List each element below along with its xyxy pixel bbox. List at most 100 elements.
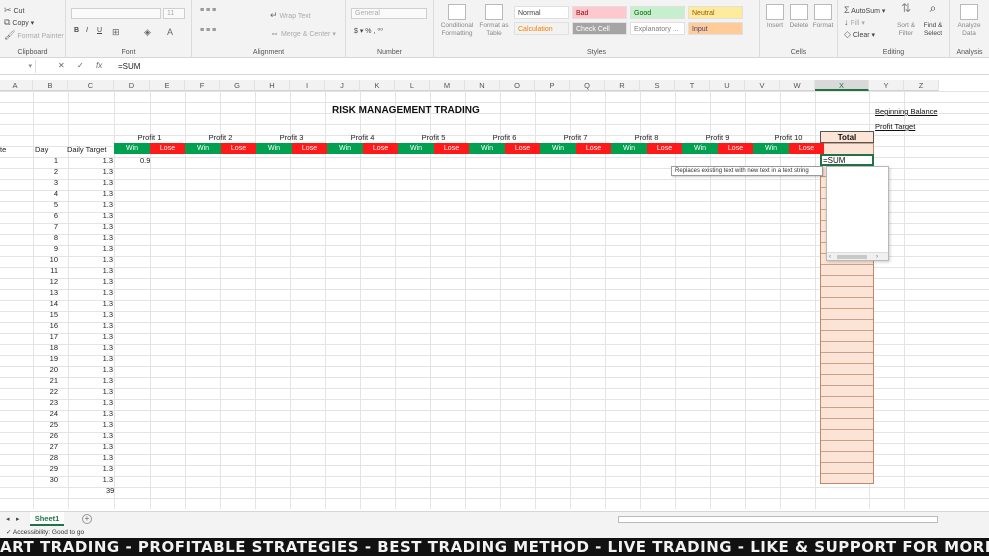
find-select-button[interactable]: ⌕ Find & Select <box>920 2 946 38</box>
day-number[interactable]: 27 <box>35 441 58 452</box>
cell-style-option[interactable]: Normal <box>514 6 569 19</box>
column-header-d[interactable]: D <box>114 80 150 91</box>
day-number[interactable]: 16 <box>35 320 58 331</box>
cancel-formula-button[interactable]: ✕ <box>58 61 65 70</box>
cell-style-option[interactable]: Explanatory ... <box>630 22 685 35</box>
column-header-l[interactable]: L <box>395 80 430 91</box>
formula-input[interactable]: =SUM <box>118 62 140 71</box>
day-number[interactable]: 1 <box>35 155 58 166</box>
column-header-j[interactable]: J <box>325 80 360 91</box>
font-name-field[interactable] <box>71 8 161 19</box>
column-header-n[interactable]: N <box>465 80 500 91</box>
daily-target-value[interactable]: 1.3 <box>70 243 113 254</box>
align-left-icon[interactable]: ≡ ≡ ≡ <box>200 27 216 34</box>
cell-style-option[interactable]: Good <box>630 6 685 19</box>
daily-target-value[interactable]: 1.3 <box>70 474 113 485</box>
sheet-tab-sheet1[interactable]: Sheet1 <box>30 512 64 526</box>
win-cell[interactable]: Win <box>398 143 434 154</box>
column-header-i[interactable]: I <box>290 80 325 91</box>
day-number[interactable]: 26 <box>35 430 58 441</box>
day-number[interactable]: 28 <box>35 452 58 463</box>
cell-style-option[interactable]: Bad <box>572 6 627 19</box>
day-number[interactable]: 3 <box>35 177 58 188</box>
lose-cell[interactable]: Lose <box>576 143 611 154</box>
currency-icon[interactable]: $ ▾ % , ⁰⁰ <box>354 27 383 35</box>
daily-target-value[interactable]: 1.3 <box>70 375 113 386</box>
win-cell[interactable]: Win <box>185 143 221 154</box>
daily-target-value[interactable]: 1.3 <box>70 177 113 188</box>
daily-target-value[interactable]: 1.3 <box>70 430 113 441</box>
column-header-c[interactable]: C <box>68 80 114 91</box>
name-box[interactable]: ▾ <box>0 60 36 73</box>
cut-button[interactable]: ✂ Cut <box>4 5 24 16</box>
column-header-x[interactable]: X <box>815 80 869 91</box>
column-header-o[interactable]: O <box>500 80 535 91</box>
daily-target-value[interactable]: 1.3 <box>70 320 113 331</box>
column-header-e[interactable]: E <box>150 80 185 91</box>
win-cell[interactable]: Win <box>753 143 789 154</box>
lose-cell[interactable]: Lose <box>150 143 185 154</box>
day-number[interactable]: 4 <box>35 188 58 199</box>
lose-cell[interactable]: Lose <box>221 143 256 154</box>
prev-sheet-icon[interactable]: ◂ <box>6 515 10 523</box>
daily-target-value[interactable]: 1.3 <box>70 210 113 221</box>
autocomplete-list[interactable]: ‹ › <box>826 166 889 261</box>
daily-target-value[interactable]: 1.3 <box>70 364 113 375</box>
daily-target-value[interactable]: 1.3 <box>70 419 113 430</box>
borders-button[interactable]: ⊞ <box>112 27 120 38</box>
delete-button[interactable]: Delete <box>788 4 810 30</box>
daily-target-value[interactable]: 1.3 <box>70 452 113 463</box>
daily-target-value[interactable]: 1.3 <box>70 276 113 287</box>
column-header-g[interactable]: G <box>220 80 255 91</box>
day-number[interactable]: 23 <box>35 397 58 408</box>
bold-button[interactable]: B <box>74 27 79 34</box>
column-header-y[interactable]: Y <box>869 80 904 91</box>
day-number[interactable]: 25 <box>35 419 58 430</box>
daily-target-value[interactable]: 1.3 <box>70 265 113 276</box>
analyze-data-button[interactable]: Analyze Data <box>954 4 984 38</box>
daily-target-value[interactable]: 1.3 <box>70 232 113 243</box>
day-number[interactable]: 21 <box>35 375 58 386</box>
day-number[interactable]: 10 <box>35 254 58 265</box>
column-header-s[interactable]: S <box>640 80 675 91</box>
column-header-r[interactable]: R <box>605 80 640 91</box>
column-header-z[interactable]: Z <box>904 80 939 91</box>
lose-cell[interactable]: Lose <box>434 143 469 154</box>
win-cell[interactable]: Win <box>114 143 150 154</box>
daily-target-value[interactable]: 1.3 <box>70 298 113 309</box>
day-number[interactable]: 18 <box>35 342 58 353</box>
win-cell[interactable]: Win <box>256 143 292 154</box>
align-top-icon[interactable]: ≡ ≡ ≡ <box>200 7 216 14</box>
daily-target-value[interactable]: 1.3 <box>70 386 113 397</box>
column-header-h[interactable]: H <box>255 80 290 91</box>
day-number[interactable]: 17 <box>35 331 58 342</box>
daily-target-value[interactable]: 1.3 <box>70 441 113 452</box>
cell-style-option[interactable]: Check Cell <box>572 22 627 35</box>
copy-button[interactable]: ⧉ Copy ▾ <box>4 17 34 28</box>
add-sheet-icon[interactable]: + <box>82 514 92 524</box>
day-number[interactable]: 6 <box>35 210 58 221</box>
format-painter-button[interactable]: 🖌 Format Painter <box>4 30 64 41</box>
format-as-table-button[interactable]: Format as Table <box>478 4 510 38</box>
day-number[interactable]: 19 <box>35 353 58 364</box>
day-number[interactable]: 14 <box>35 298 58 309</box>
clear-button[interactable]: ◇ Clear ▾ <box>844 29 875 40</box>
format-button[interactable]: Format <box>812 4 834 30</box>
cell-style-option[interactable]: Calculation <box>514 22 569 35</box>
daily-target-value[interactable]: 1.3 <box>70 221 113 232</box>
underline-button[interactable]: U <box>97 27 102 34</box>
day-number[interactable]: 20 <box>35 364 58 375</box>
daily-target-value[interactable]: 1.3 <box>70 353 113 364</box>
column-header-a[interactable]: A <box>0 80 33 91</box>
daily-target-value[interactable]: 1.3 <box>70 287 113 298</box>
win-cell[interactable]: Win <box>327 143 363 154</box>
column-header-u[interactable]: U <box>710 80 745 91</box>
column-header-f[interactable]: F <box>185 80 220 91</box>
autosum-button[interactable]: Σ AutoSum ▾ <box>844 5 885 15</box>
day-number[interactable]: 11 <box>35 265 58 276</box>
cell-style-option[interactable]: Input <box>688 22 743 35</box>
win-cell[interactable]: Win <box>469 143 505 154</box>
lose-cell[interactable]: Lose <box>292 143 327 154</box>
daily-target-value[interactable]: 1.3 <box>70 199 113 210</box>
enter-formula-button[interactable]: ✓ <box>77 61 84 70</box>
